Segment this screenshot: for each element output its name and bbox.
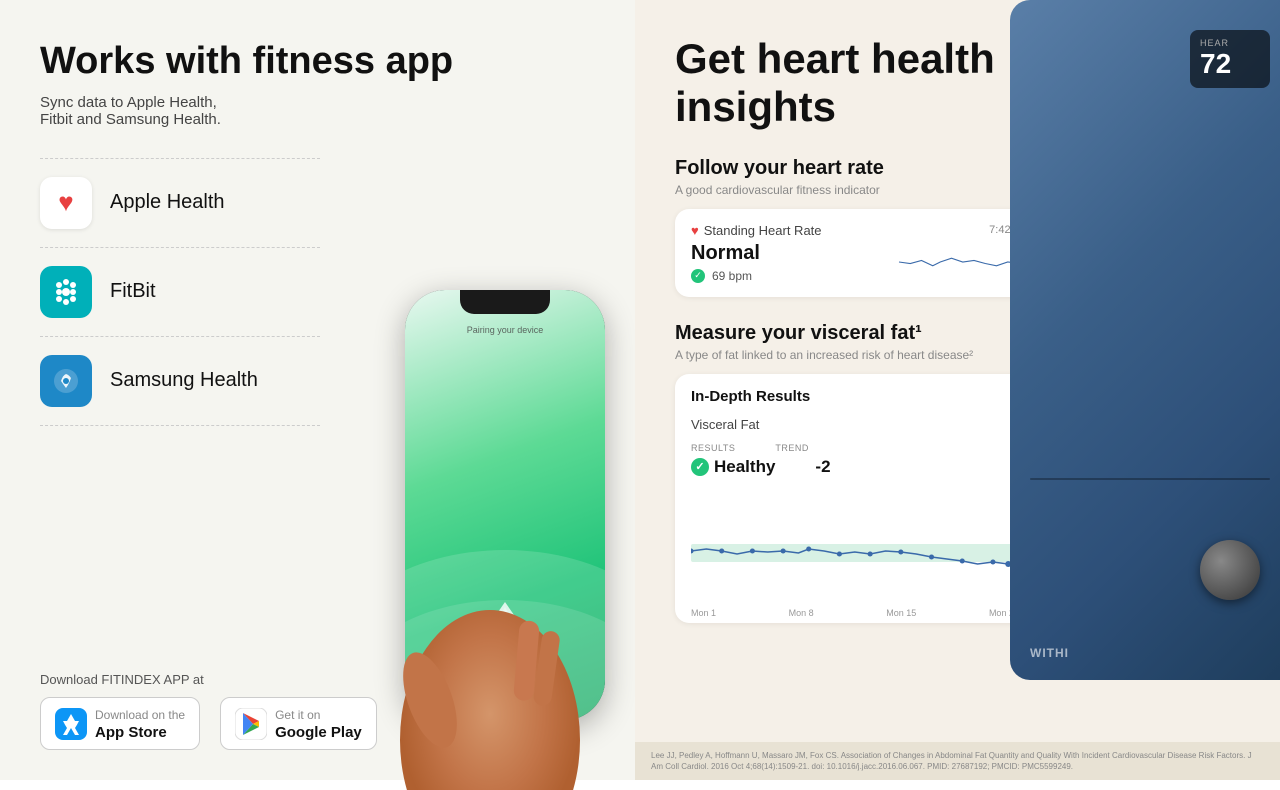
visceral-chart-area: 12 6 5 1 (691, 489, 1039, 609)
healthy-check-icon: ✓ (691, 458, 709, 476)
samsung-health-label: Samsung Health (110, 369, 258, 392)
left-panel: Works with fitness app Sync data to Appl… (0, 0, 635, 780)
chart-x-labels: Mon 1 Mon 8 Mon 15 Mon 22 (691, 608, 1039, 618)
apple-health-icon: ♥ (40, 177, 92, 229)
scale-value: 72 (1200, 48, 1260, 80)
result-value: ✓ Healthy (691, 457, 775, 477)
scale-brand: WITHI (1030, 646, 1069, 660)
citation-text: Lee JJ, Pedley A, Hoffmann U, Massaro JM… (651, 751, 1252, 771)
samsung-health-icon (40, 355, 92, 407)
googleplay-icon (235, 708, 267, 740)
fitbit-label: FitBit (110, 280, 156, 303)
left-subtitle: Sync data to Apple Health,Fitbit and Sam… (40, 94, 595, 128)
app-item-apple: ♥ Apple Health (40, 158, 320, 248)
visceral-inner-title: Visceral Fat ? (691, 415, 1039, 435)
app-list: ♥ Apple Health FitBit (40, 158, 320, 426)
trend-value: -2 (815, 457, 830, 477)
scale-label: HEAR (1200, 38, 1260, 48)
heart-card-title: ♥ Standing Heart Rate (691, 223, 822, 238)
scale-device: HEAR 72 WITHI (1010, 0, 1280, 680)
visceral-fat-label: Visceral Fat (691, 417, 759, 432)
appstore-icon (55, 708, 87, 740)
heart-card-bpm: ✓ 69 bpm (691, 269, 760, 283)
visceral-card-title: In-Depth Results (691, 388, 1039, 405)
app-store-button[interactable]: Download on the App Store (40, 697, 200, 750)
app-item-fitbit: FitBit (40, 248, 320, 337)
heart-card-status: Normal (691, 242, 760, 265)
google-play-button[interactable]: Get it on Google Play (220, 697, 377, 750)
app-item-samsung: Samsung Health (40, 337, 320, 426)
heart-icon: ♥ (691, 223, 699, 238)
trend-col-label: TREND (775, 443, 809, 453)
appstore-text: Download on the App Store (95, 706, 185, 741)
chart-x-mon8: Mon 8 (789, 608, 814, 618)
scale-display: HEAR 72 (1190, 30, 1270, 88)
scale-knob (1200, 540, 1260, 600)
visceral-column-labels: RESULTS TREND (691, 443, 1039, 453)
fitbit-icon (40, 266, 92, 318)
phone-notch (460, 290, 550, 314)
visceral-card: In-Depth Results Visceral Fat ? RESULTS … (675, 374, 1055, 623)
phone-mockup: Pairing your device ES-26H-KVII (395, 260, 615, 780)
heart-card-header: ♥ Standing Heart Rate 7:42 AM > (691, 223, 1039, 238)
bpm-check-icon: ✓ (691, 269, 705, 283)
right-panel: Get heart healthinsights Follow your hea… (635, 0, 1280, 780)
googleplay-text: Get it on Google Play (275, 706, 362, 741)
citation-bar: Lee JJ, Pedley A, Hoffmann U, Massaro JM… (635, 742, 1280, 780)
phone-header-text: Pairing your device (467, 325, 544, 335)
left-title: Works with fitness app (40, 40, 595, 84)
chart-x-mon1: Mon 1 (691, 608, 716, 618)
visceral-line-chart (691, 489, 1039, 599)
visceral-values: ✓ Healthy -2 (691, 457, 1039, 477)
chart-x-mon15: Mon 15 (886, 608, 916, 618)
heart-rate-card: ♥ Standing Heart Rate 7:42 AM > Normal ✓… (675, 209, 1055, 297)
results-col-label: RESULTS (691, 443, 735, 453)
apple-health-label: Apple Health (110, 191, 225, 214)
